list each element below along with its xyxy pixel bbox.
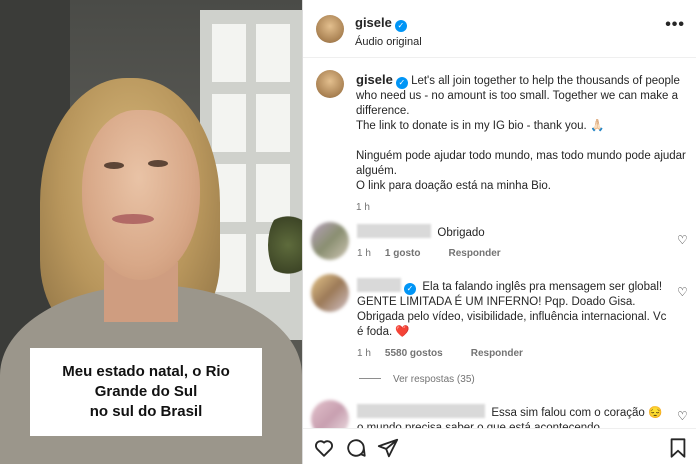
verified-badge-icon: ✓ xyxy=(404,283,416,295)
caption-bio-line: O link para doação está na minha Bio. xyxy=(356,180,551,192)
comment-time: 1 h xyxy=(357,348,371,359)
post-panel: gisele ✓ Áudio original ••• gisele ✓ Let's… xyxy=(302,0,696,464)
post-caption: gisele ✓ Let's all join together to help … xyxy=(356,72,686,215)
reply-button[interactable]: Responder xyxy=(471,348,523,359)
comment-item: Obrigado 1 h 1 gosto Responder ♡ xyxy=(303,214,696,264)
video-player[interactable]: Meu estado natal, o Rio Grande do Sul no… xyxy=(0,0,302,464)
verified-badge-icon: ✓ xyxy=(394,20,407,32)
comment-item: ✓ Ela ta falando inglês pra mensagem ser… xyxy=(303,270,696,360)
post-action-bar xyxy=(303,428,696,464)
like-comment-heart-icon[interactable]: ♡ xyxy=(677,286,689,298)
person-eye-right xyxy=(148,160,168,167)
comment-time: 1 h xyxy=(357,248,371,259)
caption-donate-line: The link to donate is in my IG bio - tha… xyxy=(356,120,605,132)
caption-time: 1 h xyxy=(356,202,370,213)
like-comment-heart-icon[interactable]: ♡ xyxy=(677,234,689,246)
person-face xyxy=(82,110,200,280)
caption-text-pt: Ninguém pode ajudar todo mundo, mas todo… xyxy=(356,150,686,177)
caption-username[interactable]: gisele xyxy=(356,72,393,87)
view-replies-button[interactable]: Ver respostas (35) xyxy=(359,374,475,385)
caption-avatar[interactable] xyxy=(316,70,344,98)
person-mouth xyxy=(112,214,154,224)
plant xyxy=(268,210,302,280)
share-send-icon[interactable] xyxy=(377,437,399,459)
comment-bubble-icon[interactable] xyxy=(345,437,367,459)
post-header: gisele ✓ Áudio original ••• xyxy=(303,0,696,58)
audio-link[interactable]: Áudio original xyxy=(355,36,422,48)
like-heart-icon[interactable] xyxy=(313,437,335,459)
commenter-username-blurred[interactable] xyxy=(357,404,485,418)
commenter-avatar[interactable] xyxy=(311,274,349,312)
person-eye-left xyxy=(104,162,124,169)
comment-likes[interactable]: 1 gosto xyxy=(385,248,421,259)
verified-badge-icon: ✓ xyxy=(395,77,408,89)
commenter-username-blurred[interactable] xyxy=(357,224,431,238)
like-comment-heart-icon[interactable]: ♡ xyxy=(677,410,689,422)
author-avatar[interactable] xyxy=(316,15,344,43)
comment-likes[interactable]: 5580 gostos xyxy=(385,348,443,359)
video-caption: Meu estado natal, o Rio Grande do Sul no… xyxy=(30,348,262,436)
more-options-icon[interactable]: ••• xyxy=(665,16,685,34)
commenter-avatar[interactable] xyxy=(311,222,349,260)
save-bookmark-icon[interactable] xyxy=(667,437,689,459)
author-username[interactable]: gisele xyxy=(355,15,392,30)
commenter-username-blurred[interactable] xyxy=(357,278,401,292)
reply-button[interactable]: Responder xyxy=(448,248,500,259)
comment-text: Obrigado xyxy=(437,227,485,239)
